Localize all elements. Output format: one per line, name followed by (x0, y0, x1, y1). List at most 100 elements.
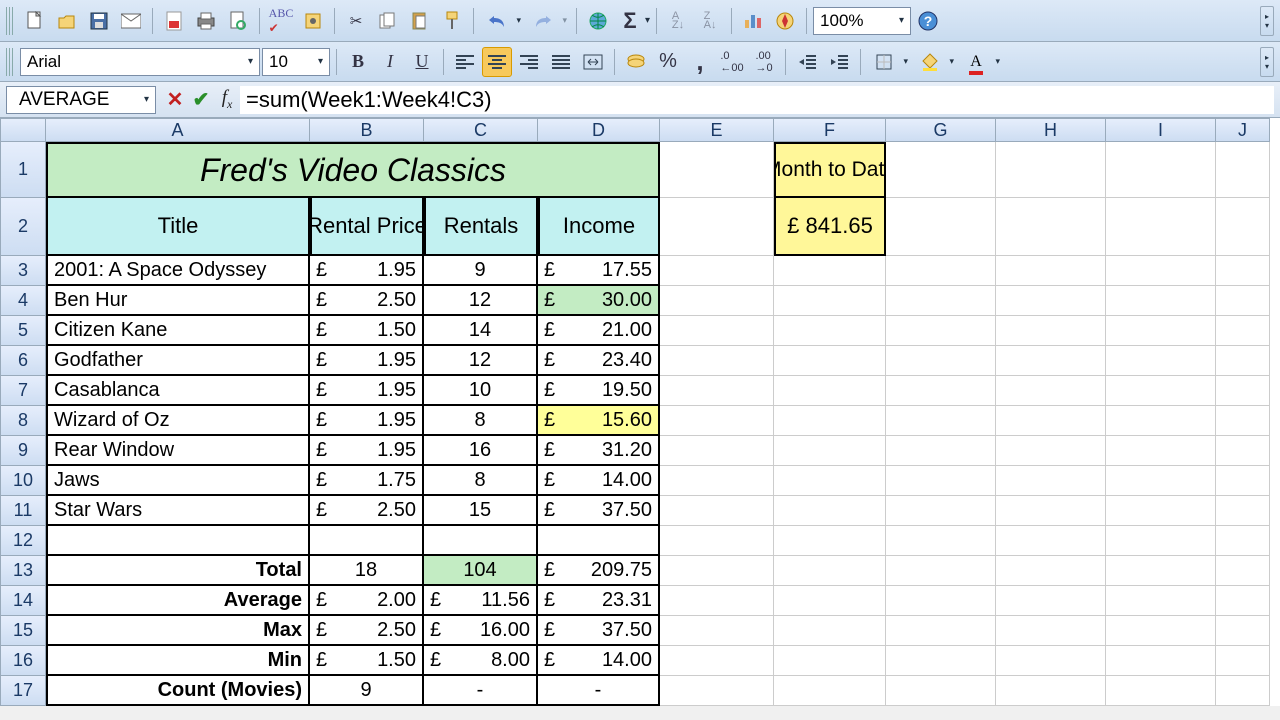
copy-icon[interactable] (373, 6, 403, 36)
col-header-F[interactable]: F (774, 118, 886, 142)
align-center-button[interactable] (482, 47, 512, 77)
cell-price[interactable]: £2.50 (310, 286, 424, 316)
name-box[interactable]: AVERAGE▾ (6, 86, 156, 114)
cell-rentals[interactable]: 12 (424, 346, 538, 376)
toolbar-overflow[interactable]: ▸▾ (1260, 47, 1274, 77)
mtd-label[interactable]: Month to Date (774, 142, 886, 198)
cell-rentals[interactable]: 9 (424, 256, 538, 286)
sum-icon[interactable]: Σ (615, 6, 645, 36)
cell-price[interactable]: £1.95 (310, 256, 424, 286)
thousands-sep-button[interactable]: , (685, 47, 715, 77)
cut-icon[interactable]: ✂ (341, 6, 371, 36)
header-income[interactable]: Income (538, 198, 660, 256)
cell-title[interactable]: Wizard of Oz (46, 406, 310, 436)
summary-label[interactable]: Count (Movies) (46, 676, 310, 706)
col-header-E[interactable]: E (660, 118, 774, 142)
toolbar-overflow[interactable]: ▸▾ (1260, 6, 1274, 36)
col-header-H[interactable]: H (996, 118, 1106, 142)
cancel-button[interactable]: ✕ (162, 87, 188, 113)
summary-label[interactable]: Total (46, 556, 310, 586)
cell-title[interactable]: Star Wars (46, 496, 310, 526)
mtd-value[interactable]: £ 841.65 (774, 198, 886, 256)
pdf-icon[interactable] (159, 6, 189, 36)
decrease-indent-button[interactable] (792, 47, 822, 77)
cell-title[interactable]: Godfather (46, 346, 310, 376)
formula-input[interactable] (240, 86, 1274, 114)
cell-rentals[interactable]: 10 (424, 376, 538, 406)
toolbar-handle[interactable] (6, 48, 14, 76)
cell-title[interactable]: Citizen Kane (46, 316, 310, 346)
autopilot-icon[interactable] (298, 6, 328, 36)
sort-desc-icon[interactable]: ZA↓ (695, 6, 725, 36)
row-header[interactable]: 16 (0, 646, 46, 676)
cell-rentals[interactable]: 15 (424, 496, 538, 526)
cell-price[interactable]: £2.50 (310, 496, 424, 526)
row-header[interactable]: 12 (0, 526, 46, 556)
cell-rentals[interactable]: 14 (424, 316, 538, 346)
cell-price[interactable]: £1.75 (310, 466, 424, 496)
cell-income[interactable]: £23.40 (538, 346, 660, 376)
col-header-B[interactable]: B (310, 118, 424, 142)
col-header-D[interactable]: D (538, 118, 660, 142)
summary-label[interactable]: Average (46, 586, 310, 616)
toolbar-handle[interactable] (6, 7, 14, 35)
col-header-C[interactable]: C (424, 118, 538, 142)
fill-color-button[interactable] (913, 47, 957, 77)
merge-cells-button[interactable] (578, 47, 608, 77)
spellcheck-icon[interactable]: ABC✔ (266, 6, 296, 36)
cell-title[interactable]: 2001: A Space Odyssey (46, 256, 310, 286)
bold-button[interactable]: B (343, 47, 373, 77)
cell-rentals[interactable]: 12 (424, 286, 538, 316)
increase-indent-button[interactable] (824, 47, 854, 77)
new-doc-icon[interactable] (20, 6, 50, 36)
row-header[interactable]: 6 (0, 346, 46, 376)
row-header[interactable]: 15 (0, 616, 46, 646)
save-icon[interactable] (84, 6, 114, 36)
cell-title[interactable]: Rear Window (46, 436, 310, 466)
currency-button[interactable] (621, 47, 651, 77)
row-header[interactable]: 2 (0, 198, 46, 256)
sort-asc-icon[interactable]: AZ↓ (663, 6, 693, 36)
increase-decimal-button[interactable]: .0←00 (717, 47, 747, 77)
cell-income[interactable]: £31.20 (538, 436, 660, 466)
spreadsheet-grid[interactable]: A B C D E F G H I J 1 Fred's Video Class… (0, 118, 1280, 706)
select-all-corner[interactable] (0, 118, 46, 142)
print-icon[interactable] (191, 6, 221, 36)
row-header[interactable]: 3 (0, 256, 46, 286)
cell-title[interactable]: Casablanca (46, 376, 310, 406)
cell-rentals[interactable]: 16 (424, 436, 538, 466)
col-header-I[interactable]: I (1106, 118, 1216, 142)
font-size-combo[interactable]: 10▾ (262, 48, 330, 76)
cell-title[interactable]: Ben Hur (46, 286, 310, 316)
cell-income[interactable]: £14.00 (538, 466, 660, 496)
row-header[interactable]: 7 (0, 376, 46, 406)
cell-price[interactable]: £1.50 (310, 316, 424, 346)
borders-button[interactable] (867, 47, 911, 77)
header-price[interactable]: Rental Price (310, 198, 424, 256)
row-header[interactable]: 8 (0, 406, 46, 436)
font-name-combo[interactable]: Arial▾ (20, 48, 260, 76)
zoom-combo[interactable]: 100%▾ (813, 7, 911, 35)
cell-price[interactable]: £1.95 (310, 436, 424, 466)
col-header-J[interactable]: J (1216, 118, 1270, 142)
row-header[interactable]: 1 (0, 142, 46, 198)
decrease-decimal-button[interactable]: .00→0 (749, 47, 779, 77)
row-header[interactable]: 10 (0, 466, 46, 496)
italic-button[interactable]: I (375, 47, 405, 77)
redo-button[interactable] (526, 6, 570, 36)
print-preview-icon[interactable] (223, 6, 253, 36)
align-left-button[interactable] (450, 47, 480, 77)
align-right-button[interactable] (514, 47, 544, 77)
hyperlink-icon[interactable] (583, 6, 613, 36)
cell-rentals[interactable]: 8 (424, 406, 538, 436)
percent-button[interactable]: % (653, 47, 683, 77)
navigator-icon[interactable] (770, 6, 800, 36)
header-title[interactable]: Title (46, 198, 310, 256)
row-header[interactable]: 4 (0, 286, 46, 316)
help-icon[interactable]: ? (913, 6, 943, 36)
accept-button[interactable]: ✔ (188, 87, 214, 113)
row-header[interactable]: 11 (0, 496, 46, 526)
chart-icon[interactable] (738, 6, 768, 36)
justify-button[interactable] (546, 47, 576, 77)
undo-button[interactable] (480, 6, 524, 36)
